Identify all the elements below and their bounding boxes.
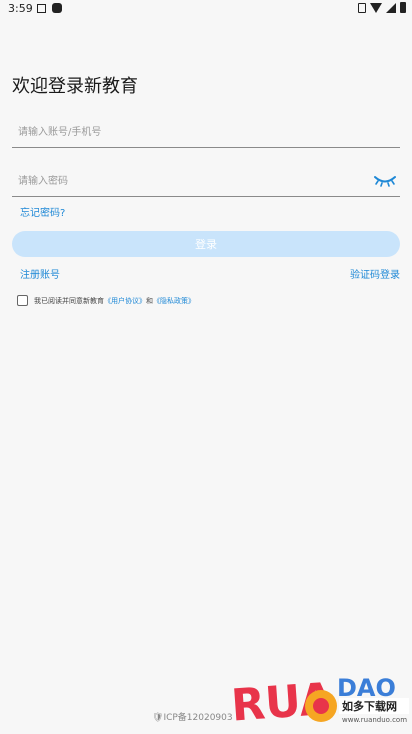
status-icons (358, 2, 406, 13)
vibrate-icon (358, 2, 366, 13)
agreement-checkbox[interactable] (17, 295, 28, 306)
password-input[interactable] (18, 172, 358, 190)
password-field (12, 166, 400, 197)
signal-icon (386, 2, 396, 13)
svg-text:DAO: DAO (337, 674, 396, 702)
agreement-and: 和 (146, 296, 153, 305)
icp-number: ICP备12020903 (163, 713, 233, 723)
svg-text:www.ruanduo.com: www.ruanduo.com (342, 716, 407, 724)
user-agreement-link[interactable]: 《用户协议》 (104, 297, 146, 305)
notification-icon (37, 4, 46, 13)
register-link[interactable]: 注册账号 (20, 266, 60, 281)
privacy-policy-link[interactable]: 《隐私政策》 (153, 297, 195, 305)
account-field (12, 117, 400, 148)
account-input[interactable] (18, 123, 358, 141)
agreement-prefix: 我已阅读并同意新教育 (34, 296, 104, 305)
icp-icon: 🛡 (152, 713, 164, 723)
agreement-text: 我已阅读并同意新教育《用户协议》和《隐私政策》 (34, 296, 195, 306)
sms-login-link[interactable]: 验证码登录 (350, 266, 400, 281)
agreement-row: 我已阅读并同意新教育《用户协议》和《隐私政策》 (17, 295, 195, 306)
battery-icon (400, 2, 406, 13)
eye-closed-icon[interactable] (374, 175, 396, 187)
wifi-icon (370, 2, 382, 13)
app-notification-icon (52, 3, 62, 13)
watermark-logo: RUA DAO 如多下载网 www.ruanduo.com (230, 674, 409, 732)
svg-text:如多下载网: 如多下载网 (342, 699, 397, 713)
page-title: 欢迎登录新教育 (12, 76, 138, 97)
forgot-password-link[interactable]: 忘记密码? (20, 204, 65, 219)
icp-text: 🛡ICP备12020903 (152, 710, 233, 723)
status-time: 3:59 (8, 2, 33, 15)
login-button[interactable]: 登录 (12, 231, 400, 257)
status-bar: 3:59 (0, 0, 412, 18)
